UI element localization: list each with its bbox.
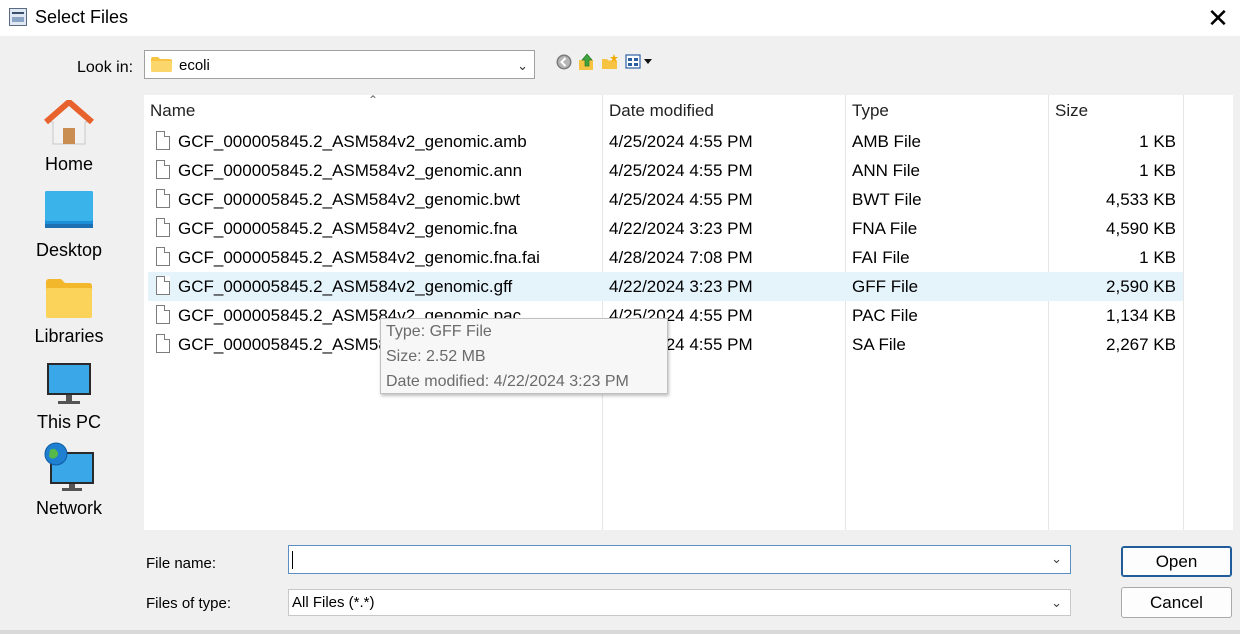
file-name: GCF_000005845.2_ASM584v2_genomic.fna [178, 219, 518, 238]
file-date: 4/22/2024 3:23 PM [609, 277, 753, 296]
cancel-button[interactable]: Cancel [1121, 587, 1232, 618]
sort-ascending-icon: ⌃ [368, 93, 379, 107]
file-size: 4,533 KB [1106, 190, 1176, 209]
places-sidebar: Home Desktop Libraries This PC Network [4, 94, 134, 530]
place-libraries[interactable]: Libraries [4, 266, 134, 352]
look-in-label: Look in: [77, 59, 134, 76]
chevron-down-icon: ⌄ [1051, 595, 1062, 610]
look-in-dropdown[interactable]: ecoli ⌄ [144, 50, 535, 79]
file-name: GCF_000005845.2_ASM584v2_genomic.fna.fai [178, 248, 540, 267]
file-icon [156, 247, 170, 266]
file-date: 4/25/2024 4:55 PM [609, 190, 753, 209]
file-icon [156, 276, 170, 295]
file-row-hovered[interactable]: GCF_000005845.2_ASM584v2_genomic.gff 4/2… [148, 272, 1183, 301]
file-date: 4/25/2024 4:55 PM [609, 132, 753, 151]
tooltip-date: Date modified: 4/22/2024 3:23 PM [386, 373, 629, 390]
file-name: GCF_000005845.2_ASM584v2_genomic.amb [178, 132, 527, 151]
file-type: SA File [852, 335, 906, 354]
file-name-label: File name: [146, 555, 217, 572]
place-label: Desktop [35, 240, 103, 260]
file-size: 1,134 KB [1106, 306, 1176, 325]
file-type: GFF File [852, 277, 919, 296]
file-name-input[interactable]: ⌄ [288, 545, 1071, 574]
file-icon [156, 334, 170, 353]
file-row[interactable]: GCF_000005845.2_ASM584v2_genomic.ann 4/2… [148, 156, 1183, 185]
app-icon [9, 8, 27, 26]
open-button[interactable]: Open [1121, 546, 1232, 577]
new-folder-icon[interactable] [601, 53, 619, 71]
close-icon[interactable]: ✕ [1200, 0, 1236, 36]
this-pc-icon [47, 363, 91, 404]
file-row[interactable]: GCF_000005845.2_ASM584v2_genomic.bwt 4/2… [148, 185, 1183, 214]
column-header-date[interactable]: Date modified [609, 101, 714, 121]
back-icon[interactable] [555, 53, 573, 71]
home-icon [44, 100, 94, 145]
network-icon [44, 442, 94, 491]
file-date: 4/25/2024 4:55 PM [609, 161, 753, 180]
file-size: 1 KB [1139, 161, 1176, 180]
place-label: This PC [36, 412, 101, 432]
place-this-pc[interactable]: This PC [4, 352, 134, 438]
bottom-border [0, 630, 1240, 634]
look-in-value: ecoli [179, 57, 210, 74]
file-name: GCF_000005845.2_ASM584v2_genomic.ann [178, 161, 523, 180]
file-row[interactable]: GCF_000005845.2_ASM584v2_genomic.fna.fai… [148, 243, 1183, 272]
file-type: BWT File [852, 190, 922, 209]
file-size: 2,267 KB [1106, 335, 1176, 354]
place-network[interactable]: Network [4, 438, 134, 524]
file-icon [156, 305, 170, 324]
file-date: 4/22/2024 3:23 PM [609, 219, 753, 238]
place-label: Libraries [34, 326, 104, 346]
text-cursor [292, 551, 293, 569]
chevron-down-icon[interactable]: ⌄ [1051, 551, 1062, 567]
column-header-size[interactable]: Size [1055, 101, 1088, 121]
chevron-down-icon: ⌄ [517, 58, 528, 73]
file-type-label: Files of type: [146, 595, 232, 612]
desktop-icon [45, 191, 93, 228]
file-size: 2,590 KB [1106, 277, 1176, 296]
libraries-icon [46, 279, 92, 318]
place-home[interactable]: Home [4, 94, 134, 180]
file-name: GCF_000005845.2_ASM584v2_genomic.gff [178, 277, 513, 296]
place-label: Home [44, 154, 93, 174]
column-divider [1183, 95, 1184, 530]
view-menu-icon[interactable] [625, 53, 659, 71]
place-label: Network [35, 498, 102, 518]
file-type-dropdown[interactable]: All Files (*.*) ⌄ [288, 589, 1071, 616]
file-type: FNA File [852, 219, 918, 238]
file-icon [156, 160, 170, 179]
file-size: 1 KB [1139, 132, 1176, 151]
file-type: PAC File [852, 306, 918, 325]
file-type: FAI File [852, 248, 910, 267]
file-icon [156, 131, 170, 150]
file-size: 4,590 KB [1106, 219, 1176, 238]
tooltip-type: Type: GFF File [386, 323, 492, 340]
folder-icon [151, 57, 172, 72]
up-folder-icon[interactable] [578, 53, 596, 71]
file-list[interactable]: Name ⌃ Date modified Type Size GCF_00000… [144, 93, 1233, 530]
tooltip-size: Size: 2.52 MB [386, 348, 486, 365]
place-desktop[interactable]: Desktop [4, 180, 134, 266]
file-type: AMB File [852, 132, 921, 151]
file-row[interactable]: GCF_000005845.2_ASM584v2_genomic.fna 4/2… [148, 214, 1183, 243]
title-bar: Select Files ✕ [0, 0, 1240, 36]
file-type: ANN File [852, 161, 921, 180]
file-tooltip: Type: GFF File Size: 2.52 MB Date modifi… [380, 318, 668, 394]
column-header-type[interactable]: Type [852, 101, 889, 121]
file-name: GCF_000005845.2_ASM584v2_genomic.bwt [178, 190, 521, 209]
window-title: Select Files [35, 7, 129, 27]
file-date: 4/28/2024 7:08 PM [609, 248, 753, 267]
file-type-value: All Files (*.*) [292, 594, 375, 611]
file-icon [156, 218, 170, 237]
file-icon [156, 189, 170, 208]
file-size: 1 KB [1139, 248, 1176, 267]
file-row[interactable]: GCF_000005845.2_ASM584v2_genomic.amb 4/2… [148, 127, 1183, 156]
column-header-name[interactable]: Name [150, 101, 195, 121]
